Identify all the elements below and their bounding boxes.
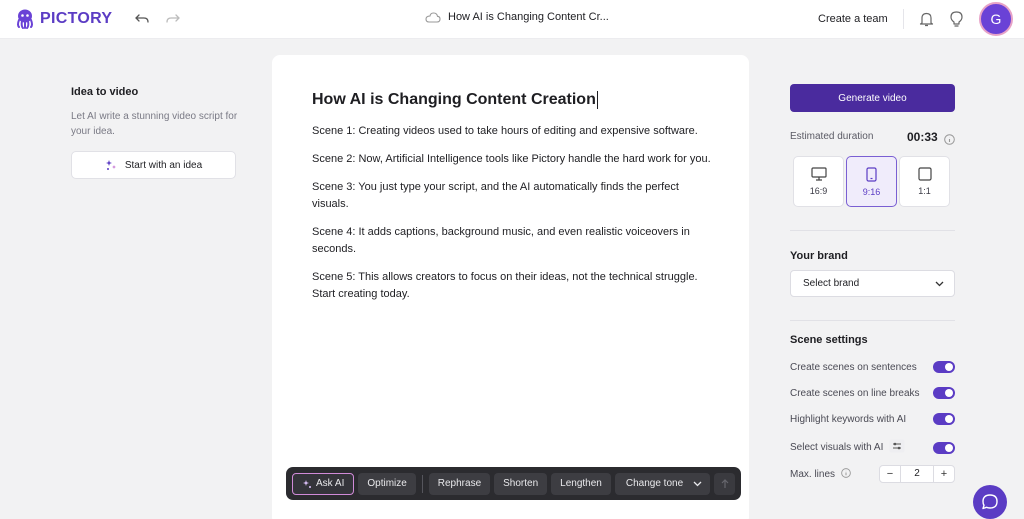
document-title-area[interactable]: How AI is Changing Content Cr... [425,11,609,23]
top-bar: PICTORY How AI is Changing Content Cr...… [0,0,1024,39]
setting-max-lines: Max. lines − 2 + [790,465,955,483]
select-visuals-toggle[interactable] [933,441,955,454]
editor-title[interactable]: How AI is Changing Content Creation [312,91,598,109]
document-title: How AI is Changing Content Cr... [448,11,609,23]
toolbar-divider [421,474,423,493]
start-with-idea-button[interactable]: Start with an idea [71,151,236,179]
ratio-label: 16:9 [809,186,828,196]
scene-text[interactable]: Scene 1: Creating videos used to take ho… [312,123,712,140]
aspect-ratio-selector: 16:9 9:16 1:1 [793,156,950,207]
cloud-icon [425,11,441,23]
setting-label: Max. lines [790,468,836,480]
phone-icon [866,166,877,182]
ratio-9-16-option[interactable]: 9:16 [846,156,897,207]
optimize-button[interactable]: Optimize [358,472,416,495]
max-lines-stepper: − 2 + [879,465,955,483]
ratio-16-9-option[interactable]: 16:9 [793,156,844,207]
editor-title-text: How AI is Changing Content Creation [312,91,596,108]
user-avatar[interactable]: G [979,2,1013,36]
change-tone-dropdown[interactable]: Change tone [614,472,711,495]
increment-button[interactable]: + [934,466,954,482]
start-with-idea-label: Start with an idea [124,159,203,171]
info-icon[interactable] [841,467,851,481]
ratio-label: 9:16 [862,186,881,197]
your-brand-title: Your brand [790,250,848,262]
sparkle-icon [303,479,311,488]
setting-label: Highlight keywords with AI [790,413,907,425]
logo-text: PICTORY [40,10,113,27]
ask-ai-button[interactable]: Ask AI [292,472,355,495]
send-button[interactable] [714,472,735,495]
chat-support-button[interactable] [973,485,1007,519]
arrow-up-icon [721,478,729,488]
estimated-duration-label: Estimated duration [790,131,874,142]
sparkle-icon [105,160,116,170]
info-icon[interactable] [944,132,955,150]
script-editor[interactable]: How AI is Changing Content Creation Scen… [272,55,749,519]
bell-icon[interactable] [919,11,934,32]
highlight-keywords-toggle[interactable] [933,413,955,425]
redo-icon[interactable] [165,11,181,27]
scene-list: Scene 1: Creating videos used to take ho… [312,123,712,314]
scene-settings-title: Scene settings [790,334,868,346]
ask-ai-label: Ask AI [316,478,345,489]
scene-text[interactable]: Scene 4: It adds captions, background mu… [312,224,712,258]
setting-label: Select visuals with AI [790,442,884,453]
decrement-button[interactable]: − [880,466,900,482]
sliders-icon[interactable] [889,439,905,456]
idea-to-video-panel: Idea to video Let AI write a stunning vi… [71,86,241,179]
setting-scenes-on-sentences: Create scenes on sentences [790,361,955,373]
octopus-icon [17,9,33,29]
idea-to-video-title: Idea to video [71,86,139,98]
change-tone-label: Change tone [625,478,684,489]
section-divider [790,320,955,321]
create-team-link[interactable]: Create a team [818,13,888,25]
shorten-button[interactable]: Shorten [494,472,548,495]
setting-highlight-keywords: Highlight keywords with AI [790,413,955,425]
generate-video-button[interactable]: Generate video [790,84,955,112]
brand-select-value: Select brand [803,278,860,289]
max-lines-value[interactable]: 2 [900,466,934,482]
setting-label: Create scenes on sentences [790,361,917,373]
section-divider [790,230,955,231]
lengthen-button[interactable]: Lengthen [551,472,611,495]
scene-text[interactable]: Scene 5: This allows creators to focus o… [312,269,712,303]
lightbulb-icon[interactable] [950,11,963,32]
chevron-down-icon [693,481,702,486]
idea-to-video-description: Let AI write a stunning video script for… [71,111,238,137]
ai-toolbar: Ask AI Optimize Rephrase Shorten Lengthe… [286,467,741,500]
scenes-on-line-breaks-toggle[interactable] [933,387,955,399]
monitor-icon [810,167,827,181]
rephrase-button[interactable]: Rephrase [428,472,491,495]
square-icon [917,167,932,181]
header-divider [903,9,904,29]
setting-label: Create scenes on line breaks [790,387,920,399]
scene-text[interactable]: Scene 2: Now, Artificial Intelligence to… [312,151,712,168]
chevron-down-icon [935,281,944,286]
scene-text[interactable]: Scene 3: You just type your script, and … [312,179,712,213]
setting-scenes-on-line-breaks: Create scenes on line breaks [790,387,955,399]
pictory-logo[interactable]: PICTORY [14,8,112,30]
ratio-label: 1:1 [918,186,931,196]
estimated-duration-value: 00:33 [907,130,938,144]
brand-select[interactable]: Select brand [790,270,955,297]
scenes-on-sentences-toggle[interactable] [933,361,955,373]
text-caret [596,91,598,109]
ratio-1-1-option[interactable]: 1:1 [899,156,950,207]
setting-select-visuals: Select visuals with AI [790,439,955,456]
chat-bubble-icon [982,494,998,510]
undo-icon[interactable] [134,11,150,27]
